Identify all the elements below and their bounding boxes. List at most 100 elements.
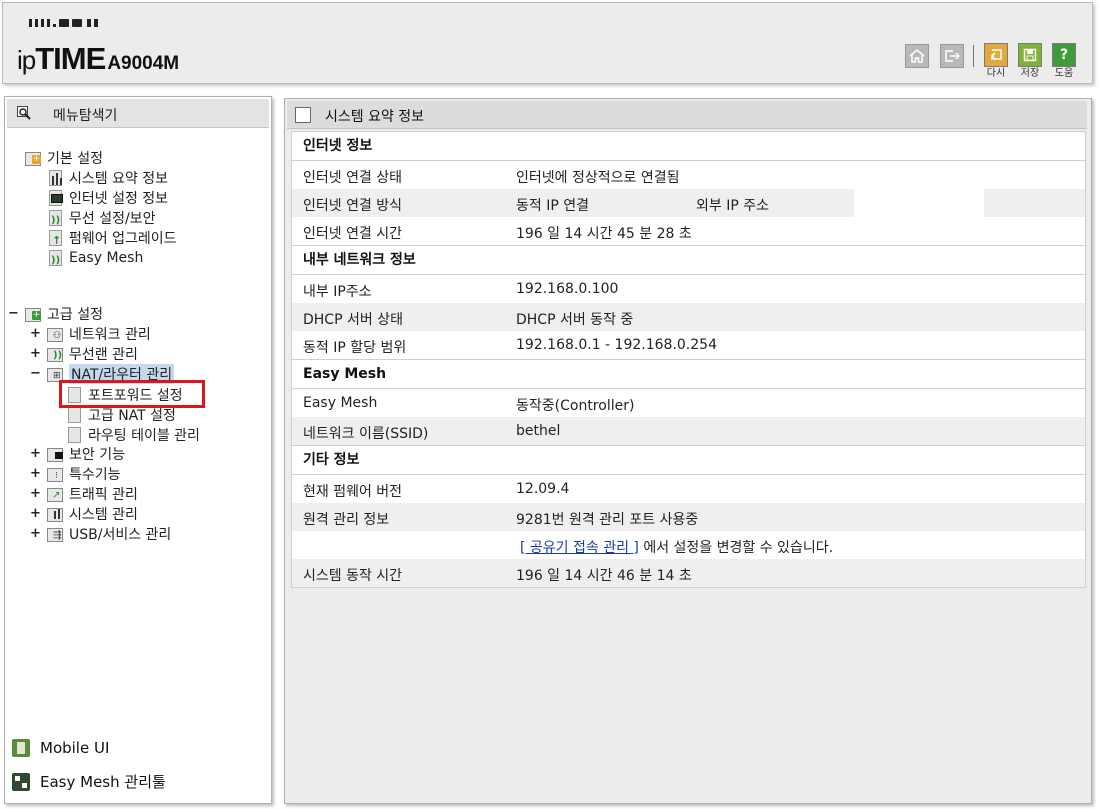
page-title: 시스템 요약 정보 [325,109,425,125]
row-label: DHCP 서버 상태 [303,312,403,328]
table-row: 동적 IP 할당 범위 192.168.0.1 - 192.168.0.254 [292,331,1085,359]
tree-item-wireless-security[interactable]: )) 무선 설정/보안 [47,208,155,228]
tree-advanced-settings[interactable]: + 고급 설정 [25,304,103,324]
tree-item-system-summary[interactable]: 시스템 요약 정보 [47,168,168,188]
logout-icon[interactable] [940,44,964,68]
row-label: 현재 펌웨어 버전 [303,484,403,500]
row-label: 인터넷 연결 방식 [303,198,403,214]
tree-group-special[interactable]: ⁝ 특수기능 [47,464,121,484]
summary-table: 인터넷 정보 인터넷 연결 상태 인터넷에 정상적으로 연결됨 인터넷 연결 방… [291,131,1086,588]
expand-toggle-security[interactable]: + [30,446,41,461]
external-ip-label: 외부 IP 주소 [696,198,769,214]
tree-group-security[interactable]: 보안 기능 [47,444,125,464]
tree-label: 트래픽 관리 [69,487,138,503]
tree-group-usb[interactable]: ⇶ USB/서비스 관리 [47,524,171,544]
tree-group-network[interactable]: ⚇ 네트워크 관리 [47,324,151,344]
easy-mesh-tool-label: Easy Mesh 관리툴 [40,773,166,791]
tree-group-traffic[interactable]: ↗ 트래픽 관리 [47,484,138,504]
usb-icon: ⇶ [47,526,63,542]
save-icon [1018,43,1042,67]
tree-label: 고급 NAT 설정 [88,408,176,424]
expand-toggle-special[interactable]: + [30,466,41,481]
tree-label: 시스템 관리 [69,507,138,523]
expand-toggle-network[interactable]: + [30,326,41,341]
row-value: 196 일 14 시간 45 분 28 초 [516,226,692,242]
tree-label: 인터넷 설정 정보 [69,191,169,207]
expand-toggle-wlan[interactable]: + [30,346,41,361]
router-access-link[interactable]: [ 공유기 접속 관리 ] [520,540,639,556]
row-value: 동작중(Controller) [516,398,635,414]
row-label: 인터넷 연결 시간 [303,226,403,242]
home-icon[interactable] [905,44,929,68]
tree-label: 무선 설정/보안 [69,211,156,227]
tree-label: Easy Mesh [69,250,144,266]
reload-label: 다시 [986,68,1006,79]
row-value: 192.168.0.100 [516,281,619,297]
table-row: DHCP 서버 상태 DHCP 서버 동작 중 [292,303,1085,331]
upload-icon: ↑ [47,230,63,247]
table-row: 인터넷 연결 상태 인터넷에 정상적으로 연결됨 [292,161,1085,189]
tree-label: 보안 기능 [69,447,125,463]
easy-mesh-tool-link[interactable]: Easy Mesh 관리툴 [12,771,166,792]
wifi-folder-icon: )) [47,346,63,362]
tree-item-easy-mesh[interactable]: )) Easy Mesh [47,248,143,268]
tree-group-system[interactable]: 시스템 관리 [47,504,138,524]
mobile-ui-link[interactable]: Mobile UI [12,739,109,757]
help-label: 도움 [1054,68,1074,79]
tree-label: 시스템 요약 정보 [69,171,169,187]
tree-item-routing-table[interactable]: 라우팅 테이블 관리 [66,425,200,445]
row-value: 인터넷에 정상적으로 연결됨 [516,170,680,186]
expand-toggle-traffic[interactable]: + [30,486,41,501]
row-label: 네트워크 이름(SSID) [303,426,429,442]
header-bar: ipTIME A9004M 다시 저장 ? 도움 [2,2,1093,84]
tree-item-advanced-nat[interactable]: 고급 NAT 설정 [66,405,176,425]
lock-icon [47,446,63,462]
logo-dots [29,19,98,27]
help-icon: ? [1052,43,1076,67]
tree-label: 기본 설정 [47,151,103,167]
tree-basic-settings[interactable]: + 기본 설정 [25,148,103,168]
magnifier-icon [17,106,31,120]
mesh-tool-icon [12,772,30,791]
expand-toggle-usb[interactable]: + [30,526,41,541]
menu-explorer-header: 메뉴탐색기 [7,99,269,128]
network-icon: ⚇ [47,326,63,342]
tree-item-firmware-upgrade[interactable]: ↑ 펌웨어 업그레이드 [47,228,177,248]
row-label: 내부 IP주소 [303,284,372,300]
tree-label: 고급 설정 [47,307,103,323]
remote-hint-suffix: 에서 설정을 변경할 수 있습니다. [638,540,834,556]
expand-toggle-system[interactable]: + [30,506,41,521]
tree-label: 펌웨어 업그레이드 [69,231,177,247]
table-row: 내부 IP주소 192.168.0.100 [292,275,1085,303]
chart-icon [47,170,63,186]
row-value: DHCP 서버 동작 중 [516,312,634,328]
row-value: 192.168.0.1 - 192.168.0.254 [516,337,717,353]
collapse-toggle-advanced[interactable]: − [8,306,19,321]
wifi-icon: )) [47,210,63,226]
section-mesh-heading: Easy Mesh [292,359,1085,389]
content-header: 시스템 요약 정보 [287,101,1087,129]
folder-plus-icon: + [25,150,41,166]
help-button[interactable]: ? 도움 [1049,43,1079,80]
model-name: A9004M [107,53,180,74]
table-row: Easy Mesh 동작중(Controller) [292,389,1085,417]
section-internet-heading: 인터넷 정보 [292,132,1085,161]
collapse-toggle-nat[interactable]: − [30,366,41,381]
row-label: 원격 관리 정보 [303,512,390,528]
brand-ip-text: ip [17,45,36,75]
tree-item-internet-info[interactable]: 인터넷 설정 정보 [47,188,168,208]
reload-button[interactable]: 다시 [981,43,1011,80]
tree-label: 네트워크 관리 [69,327,151,343]
tree-group-wlan[interactable]: )) 무선랜 관리 [47,344,138,364]
save-button[interactable]: 저장 [1015,43,1045,80]
mesh-icon: )) [47,250,63,266]
menu-explorer-title: 메뉴탐색기 [53,108,118,124]
page-icon [66,427,82,443]
reload-icon [984,43,1008,67]
table-row: 현재 펌웨어 버전 12.09.4 [292,475,1085,503]
row-label: 시스템 동작 시간 [303,568,403,584]
external-ip-value [854,189,984,217]
page-icon [66,407,82,423]
monitor-icon [47,190,63,206]
remote-hint: [ 공유기 접속 관리 ] 에서 설정을 변경할 수 있습니다. [520,537,833,557]
